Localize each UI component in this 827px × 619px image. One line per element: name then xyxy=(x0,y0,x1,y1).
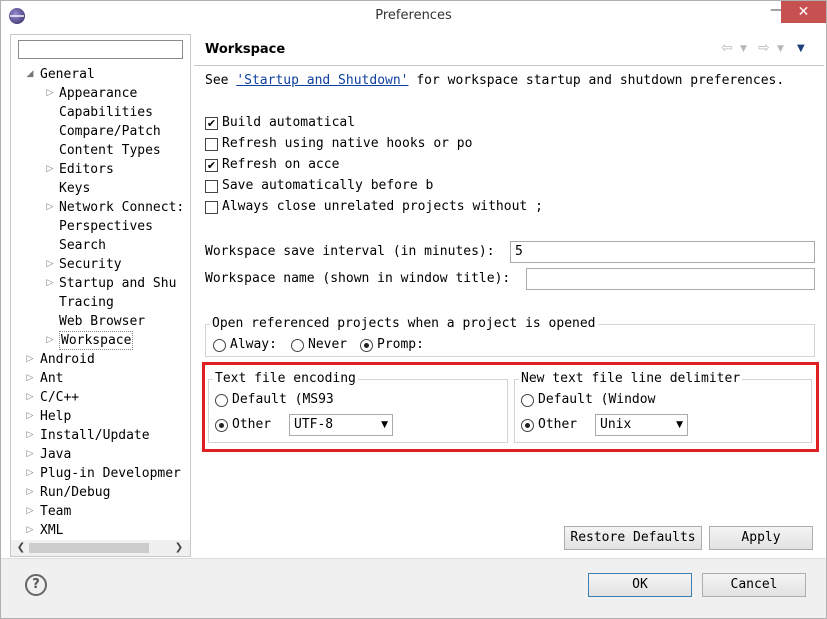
collapsed-arrow-icon[interactable]: ▷ xyxy=(45,255,55,274)
collapsed-arrow-icon[interactable]: ▷ xyxy=(45,274,55,293)
see-startup-text: See 'Startup and Shutdown' for workspace… xyxy=(205,73,785,88)
workspace-name-input[interactable] xyxy=(526,268,815,290)
preference-tree[interactable]: ◢ General ▷ Appearance Capabilities Comp… xyxy=(11,65,190,539)
collapsed-arrow-icon[interactable]: ▷ xyxy=(45,160,55,179)
filter-input[interactable] xyxy=(18,40,183,59)
collapsed-arrow-icon[interactable]: ▷ xyxy=(25,483,35,502)
collapsed-arrow-icon[interactable]: ▷ xyxy=(25,426,35,445)
workspace-page: Workspace ⇦ ▼ ⇨ ▼ ▼ xyxy=(194,34,824,557)
collapsed-arrow-icon[interactable]: ▷ xyxy=(25,445,35,464)
forward-arrow-icon[interactable]: ⇨ xyxy=(758,40,770,56)
checkbox-checked-icon[interactable]: ✔ xyxy=(205,117,218,130)
save-interval-input[interactable]: 5 xyxy=(510,241,815,263)
close-button[interactable]: ✕ xyxy=(781,1,826,23)
help-icon[interactable]: ? xyxy=(25,574,47,596)
radio-selected-icon[interactable] xyxy=(360,339,373,352)
save-interval-label: Workspace save interval (in minutes): xyxy=(205,244,495,259)
collapsed-arrow-icon[interactable]: ▷ xyxy=(25,407,35,426)
title-bar: Preferences — ✕ xyxy=(1,1,826,31)
collapsed-arrow-icon[interactable]: ▷ xyxy=(45,331,55,350)
collapsed-arrow-icon[interactable]: ▷ xyxy=(45,198,55,217)
collapsed-arrow-icon[interactable]: ▷ xyxy=(25,369,35,388)
checkbox-checked-icon[interactable]: ✔ xyxy=(205,159,218,172)
scrollbar-thumb[interactable] xyxy=(29,543,149,553)
collapsed-arrow-icon[interactable]: ▷ xyxy=(25,388,35,407)
collapsed-arrow-icon[interactable]: ▷ xyxy=(25,464,35,483)
expanded-arrow-icon[interactable]: ◢ xyxy=(25,65,35,84)
collapsed-arrow-icon[interactable]: ▷ xyxy=(25,521,35,539)
collapsed-arrow-icon[interactable]: ▷ xyxy=(25,350,35,369)
checkbox-icon[interactable] xyxy=(205,138,218,151)
collapsed-arrow-icon[interactable]: ▷ xyxy=(25,502,35,521)
scroll-right-icon[interactable]: ❯ xyxy=(171,540,187,556)
radio-icon[interactable] xyxy=(213,339,226,352)
highlight-box xyxy=(202,362,819,452)
preferences-window: Preferences — ✕ ◢ General ▷ Appearance C… xyxy=(0,0,827,619)
scroll-left-icon[interactable]: ❮ xyxy=(13,540,29,556)
page-title: Workspace xyxy=(205,42,286,57)
window-title: Preferences xyxy=(375,8,452,23)
checkbox-icon[interactable] xyxy=(205,201,218,214)
restore-defaults-button[interactable]: Restore Defaults xyxy=(564,526,702,550)
apply-button[interactable]: Apply xyxy=(709,526,813,550)
workspace-name-label: Workspace name (shown in window title): xyxy=(205,271,511,286)
page-header: Workspace ⇦ ▼ ⇨ ▼ ▼ xyxy=(194,34,824,66)
startup-shutdown-link[interactable]: 'Startup and Shutdown' xyxy=(236,73,408,88)
checkbox-icon[interactable] xyxy=(205,180,218,193)
open-referenced-group: Open referenced projects when a project … xyxy=(205,316,815,357)
chevron-down-icon[interactable]: ▼ xyxy=(777,44,784,54)
preference-tree-panel: ◢ General ▷ Appearance Capabilities Comp… xyxy=(10,34,191,557)
view-menu-icon[interactable]: ▼ xyxy=(797,43,805,54)
horizontal-scrollbar[interactable]: ❮ ❯ xyxy=(11,540,190,556)
cancel-button[interactable]: Cancel xyxy=(702,573,806,597)
radio-icon[interactable] xyxy=(291,339,304,352)
ok-button[interactable]: OK xyxy=(588,573,692,597)
collapsed-arrow-icon[interactable]: ▷ xyxy=(45,84,55,103)
chevron-down-icon[interactable]: ▼ xyxy=(740,44,747,54)
dialog-footer: ? OK Cancel xyxy=(1,558,826,618)
back-arrow-icon[interactable]: ⇦ xyxy=(721,40,733,56)
